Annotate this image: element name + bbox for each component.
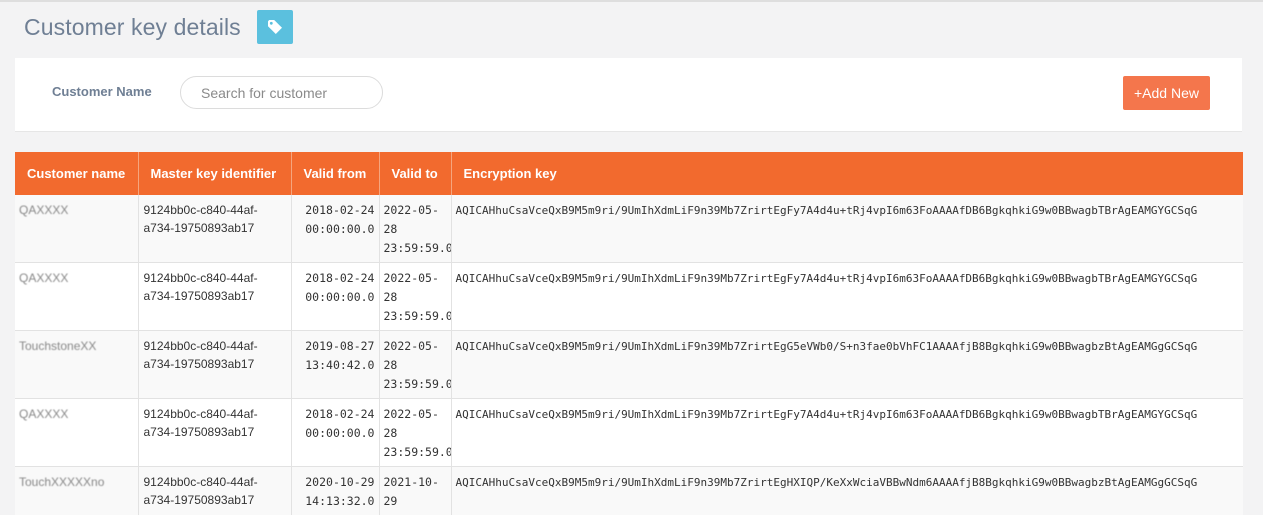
cell-valid-from: 2019-08-27 13:40:42.0 xyxy=(291,330,380,399)
table-row[interactable]: TouchXXXXXno 9124bb0c-c840-44af-a734-197… xyxy=(15,466,1243,515)
column-header-encryption-key[interactable]: Encryption key xyxy=(451,152,1243,195)
cell-valid-from: 2018-02-24 00:00:00.0 xyxy=(291,398,380,467)
cell-master-key: 9124bb0c-c840-44af-a734-19750893ab17 xyxy=(138,398,292,467)
tag-icon xyxy=(267,20,282,34)
table-row[interactable]: TouchstoneXX 9124bb0c-c840-44af-a734-197… xyxy=(15,330,1243,399)
customer-key-table: Customer name Master key identifier Vali… xyxy=(15,152,1243,515)
cell-master-key: 9124bb0c-c840-44af-a734-19750893ab17 xyxy=(138,262,292,331)
filter-panel: Customer Name +Add New xyxy=(15,58,1242,132)
column-header-valid-from[interactable]: Valid from xyxy=(291,152,380,195)
customer-name-text: QAXXXX xyxy=(19,271,69,285)
cell-encryption-key: AQICAHhuCsaVceQxB9M5m9ri/9UmIhXdmLiF9n39… xyxy=(451,466,1243,515)
cell-encryption-key: AQICAHhuCsaVceQxB9M5m9ri/9UmIhXdmLiF9n39… xyxy=(451,330,1243,399)
add-new-button[interactable]: +Add New xyxy=(1123,76,1210,110)
table-row[interactable]: QAXXXX 9124bb0c-c840-44af-a734-19750893a… xyxy=(15,195,1243,263)
cell-valid-from: 2018-02-24 00:00:00.0 xyxy=(291,195,380,263)
table-row[interactable]: QAXXXX 9124bb0c-c840-44af-a734-19750893a… xyxy=(15,398,1243,467)
table-header-row: Customer name Master key identifier Vali… xyxy=(15,152,1243,195)
column-header-customer-name[interactable]: Customer name xyxy=(15,152,139,195)
cell-valid-to: 2021-10-29 14:15:22.0 xyxy=(379,466,452,515)
customer-name-text: TouchXXXXXno xyxy=(19,475,105,489)
cell-encryption-key: AQICAHhuCsaVceQxB9M5m9ri/9UmIhXdmLiF9n39… xyxy=(451,398,1243,467)
customer-name-text: QAXXXX xyxy=(19,407,69,421)
cell-valid-from: 2020-10-29 14:13:32.0 xyxy=(291,466,380,515)
cell-customer-name: TouchstoneXX xyxy=(15,330,139,399)
cell-encryption-key: AQICAHhuCsaVceQxB9M5m9ri/9UmIhXdmLiF9n39… xyxy=(451,195,1243,263)
cell-valid-to: 2022-05-28 23:59:59.0 xyxy=(379,262,452,331)
cell-valid-to: 2022-05-28 23:59:59.0 xyxy=(379,330,452,399)
cell-encryption-key: AQICAHhuCsaVceQxB9M5m9ri/9UmIhXdmLiF9n39… xyxy=(451,262,1243,331)
cell-valid-to: 2022-05-28 23:59:59.0 xyxy=(379,195,452,263)
cell-customer-name: TouchXXXXXno xyxy=(15,466,139,515)
table-row[interactable]: QAXXXX 9124bb0c-c840-44af-a734-19750893a… xyxy=(15,262,1243,331)
customer-name-label: Customer Name xyxy=(52,84,152,99)
cell-master-key: 9124bb0c-c840-44af-a734-19750893ab17 xyxy=(138,195,292,263)
cell-master-key: 9124bb0c-c840-44af-a734-19750893ab17 xyxy=(138,330,292,399)
customer-name-text: TouchstoneXX xyxy=(19,339,97,353)
column-header-master-key[interactable]: Master key identifier xyxy=(138,152,292,195)
cell-valid-to: 2022-05-28 23:59:59.0 xyxy=(379,398,452,467)
tag-button[interactable] xyxy=(256,10,293,44)
page-header: Customer key details xyxy=(24,9,293,45)
customer-search-input[interactable] xyxy=(180,76,383,109)
cell-customer-name: QAXXXX xyxy=(15,262,139,331)
cell-customer-name: QAXXXX xyxy=(15,398,139,467)
page-title: Customer key details xyxy=(24,13,241,40)
cell-master-key: 9124bb0c-c840-44af-a734-19750893ab17 xyxy=(138,466,292,515)
customer-name-text: QAXXXX xyxy=(19,203,69,217)
column-header-valid-to[interactable]: Valid to xyxy=(379,152,452,195)
cell-customer-name: QAXXXX xyxy=(15,195,139,263)
cell-valid-from: 2018-02-24 00:00:00.0 xyxy=(291,262,380,331)
top-border xyxy=(0,0,1263,2)
